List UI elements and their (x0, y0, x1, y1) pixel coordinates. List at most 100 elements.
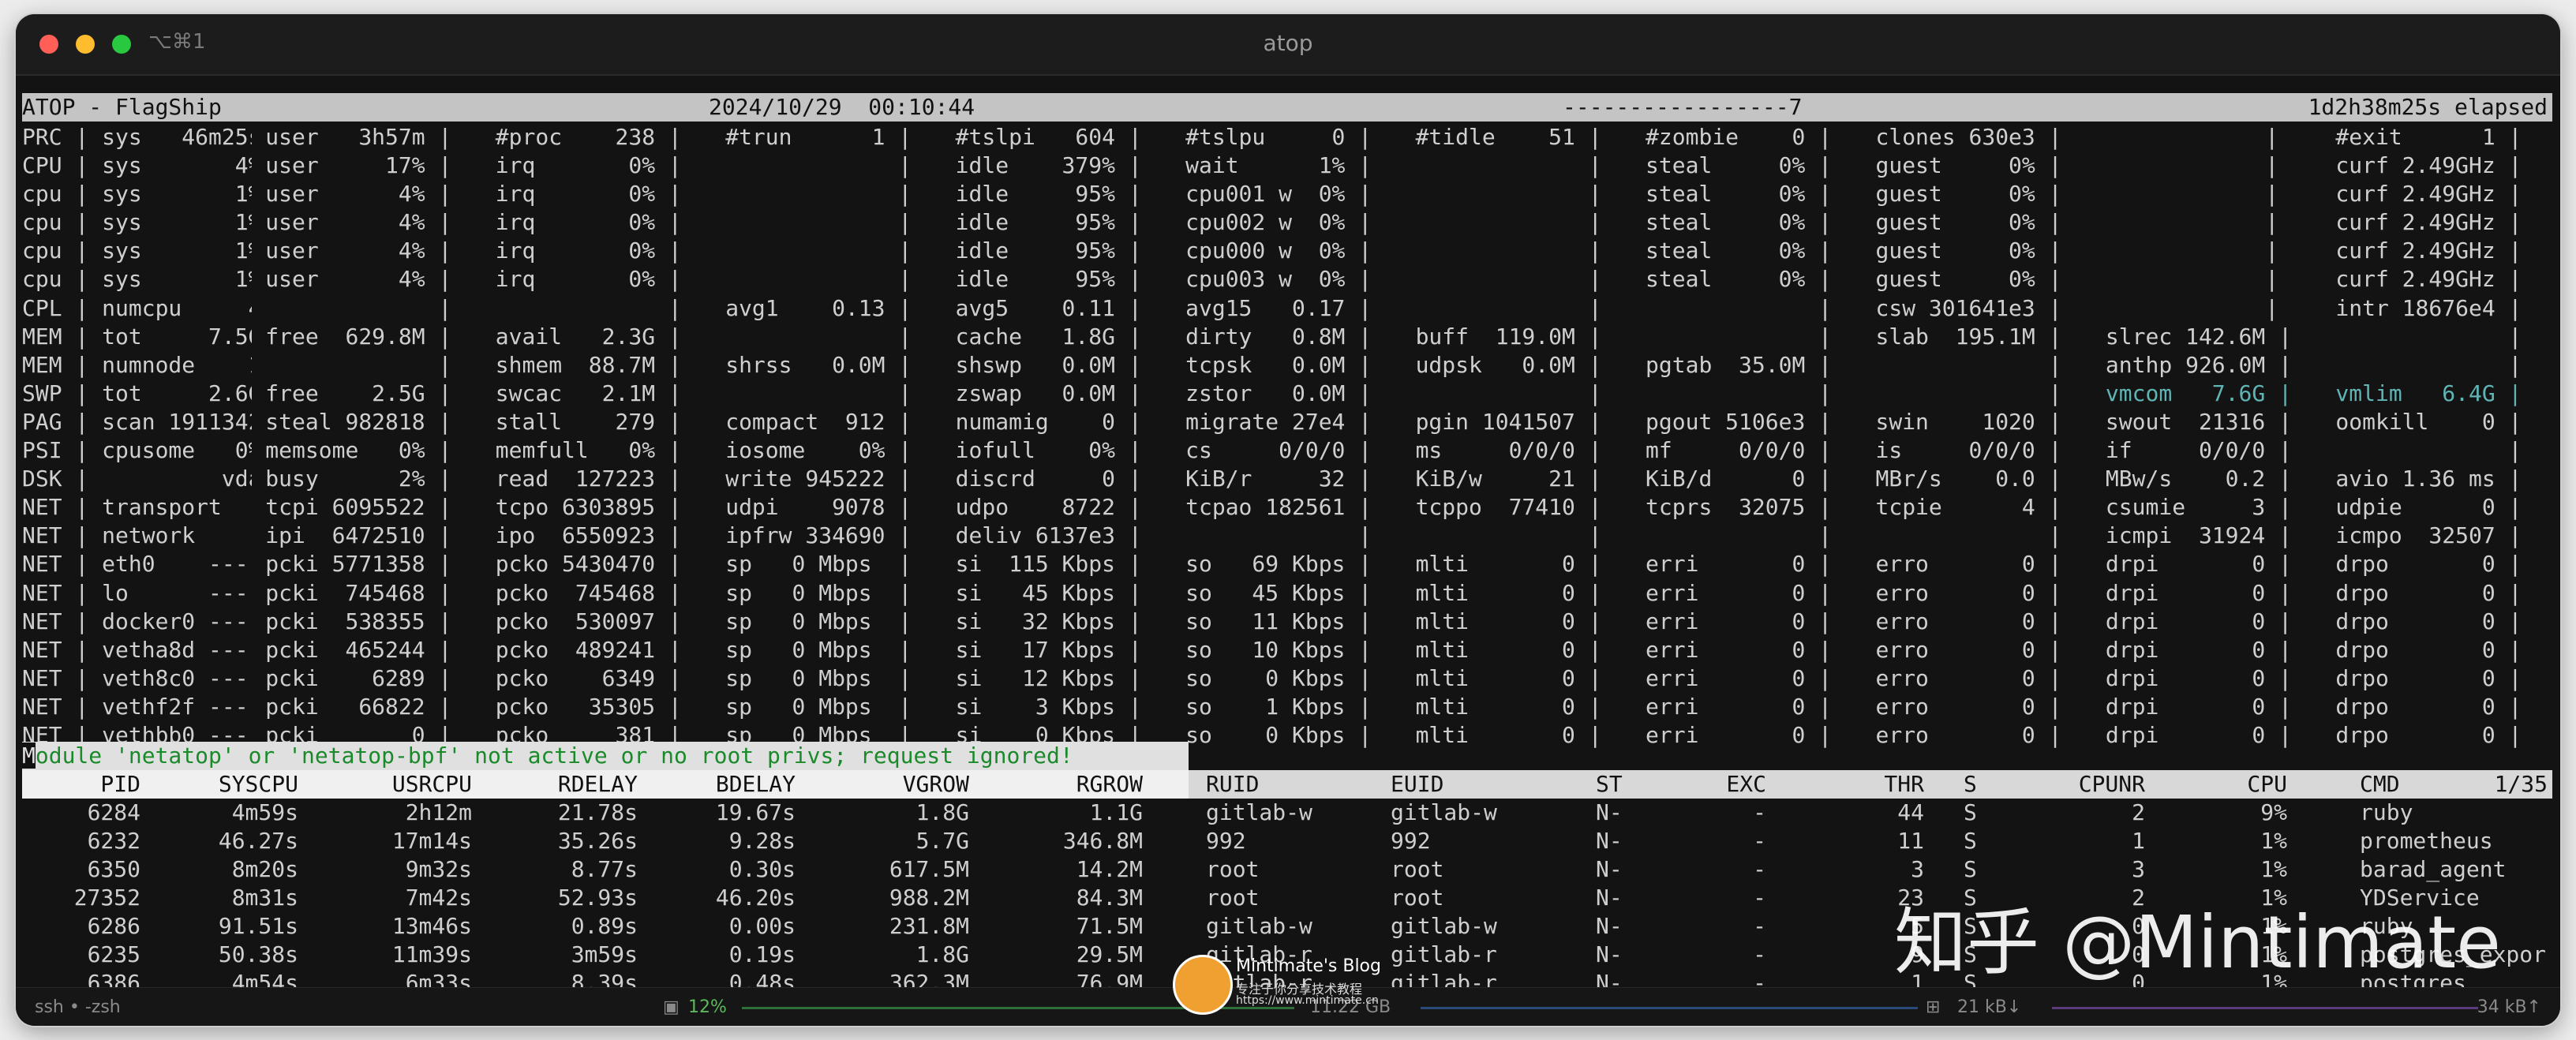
process-cell: 1 (2132, 828, 2145, 854)
process-cell: 13m46s (391, 913, 472, 939)
stat-cell: sp 0 Mbps | (712, 608, 912, 634)
stat-cell: | (2092, 181, 2279, 208)
cpu-usage: 12% (688, 997, 727, 1017)
stat-cell: guest 0% | (1862, 238, 2062, 264)
stat-cell: | (1862, 351, 2062, 378)
stat-cell: | (712, 380, 912, 406)
stat-cell: | (1632, 294, 1833, 321)
stat-cell: compact 912 | (712, 408, 912, 435)
process-cell: 44 (1897, 799, 1924, 825)
process-cell: 1.1G (1089, 799, 1143, 825)
text-cursor: M (22, 743, 36, 769)
process-cell: 46.20s (715, 885, 796, 911)
status-message-text: odule 'netatop' or 'netatop-bpf' not act… (35, 743, 1073, 769)
stat-cell: wait 1% | (1172, 152, 1372, 179)
stat-cell: | (2322, 351, 2522, 378)
stat-cell: drpi 0 | (2092, 579, 2292, 606)
process-row[interactable]: 6232 46.27s 17m14s 35.26s 9.28s 5.7G 346.8M 992… (22, 827, 2552, 855)
stat-cell: pgtab 35.0M | (1632, 351, 1833, 378)
stat-cell: drpi 0 | (2092, 721, 2292, 748)
process-cell: root (1391, 856, 1444, 882)
process-cell: 11m39s (391, 941, 472, 967)
stat-cell: drpi 0 | (2092, 551, 2292, 578)
process-row[interactable]: 6284 4m59s 2h12m 21.78s 19.67s 1.8G 1.1G gitlab… (22, 799, 2552, 827)
process-cell: gitlab-w (1391, 799, 1497, 825)
stat-cell: | (1862, 380, 2062, 406)
stat-cell: #tidle 51 | (1402, 124, 1602, 150)
stat-cell: #tslpi 604 | (942, 124, 1142, 150)
stat-cell: migrate 27e4 | (1172, 408, 1372, 435)
stat-cell: user 4% | (252, 266, 452, 293)
stat-cell: si 32 Kbps | (942, 608, 1142, 634)
stat-cell: sp 0 Mbps | (712, 636, 912, 663)
stat-cell: clones 630e3 | (1862, 124, 2062, 150)
stat-cell: | (1632, 323, 1833, 350)
column-header: THR (1884, 771, 1924, 797)
stat-cell: avg1 0.13 | (712, 294, 912, 321)
stat-cell: stall 279 | (481, 408, 682, 435)
stat-cell: sp 0 Mbps | (712, 693, 912, 720)
stat-cell: user 4% | (252, 209, 452, 236)
stat-cell: if 0/0/0 | (2092, 437, 2292, 464)
process-cell: - (1753, 885, 1766, 911)
stat-cell: so 10 Kbps | (1172, 636, 1372, 663)
stat-cell: guest 0% | (1862, 209, 2062, 236)
stat-cell: user 3h57m | (252, 124, 452, 150)
process-row[interactable]: 6350 8m20s 9m32s 8.77s 0.30s 617.5M 14.2M root r… (22, 855, 2552, 884)
stat-cell: | (1402, 238, 1602, 264)
stat-cell: | (252, 294, 452, 321)
zhihu-watermark: 知乎 @Mintimate (1894, 900, 2501, 985)
stat-cell: cpu | sys 1% | (22, 181, 252, 208)
process-cell: - (1753, 941, 1766, 967)
process-cell: 0.19s (728, 941, 796, 967)
stat-cell: avg5 0.11 | (942, 294, 1142, 321)
stat-cell: swcac 2.1M | (481, 380, 682, 406)
stat-cell: drpo 0 | (2322, 579, 2522, 606)
stat-cell: si 12 Kbps | (942, 664, 1142, 691)
stat-cell: cpu002 w 0% | (1172, 209, 1372, 236)
stat-cell: CPL | numcpu 4 | (22, 294, 252, 321)
process-cell: gitlab-w (1206, 799, 1312, 825)
process-cell: - (1753, 799, 1766, 825)
stat-cell: tcpi 6095522 | (252, 494, 452, 521)
network-up: 34 kB↑ (2477, 997, 2541, 1017)
process-cell: 346.8M (1062, 828, 1143, 854)
stat-cell: | (1402, 522, 1602, 549)
stat-cell: drpi 0 | (2092, 608, 2292, 634)
stat-cell: mlti 0 | (1402, 664, 1602, 691)
process-cell: 1% (2260, 828, 2287, 854)
stat-cell: | (1632, 522, 1833, 549)
session-label[interactable]: ssh • -zsh (35, 997, 121, 1017)
stat-cell: idle 95% | (942, 209, 1142, 236)
stat-cell: cpu001 w 0% | (1172, 181, 1372, 208)
stat-cell: steal 0% | (1632, 209, 1833, 236)
stat-cell: | (2322, 437, 2522, 464)
stat-cell: memsome 0% | (252, 437, 452, 464)
stat-cell: curf 2.49GHz | (2322, 266, 2522, 293)
stat-cell: erri 0 | (1632, 551, 1833, 578)
stat-cell: irq 0% | (481, 209, 682, 236)
stat-cell: NET | transport | (22, 494, 222, 521)
process-cell: ruby (2360, 799, 2413, 825)
stat-cell: DSK | vda | (22, 466, 252, 492)
column-header: PID (100, 771, 140, 797)
stat-cell: busy 2% | (252, 466, 452, 492)
terminal-content[interactable]: ATOP - FlagShip 2024/10/29 00:10:44 ----… (22, 79, 2552, 996)
column-header: BDELAY (715, 771, 796, 797)
process-cell: gitlab-w (1391, 913, 1497, 939)
stat-cell: si 115 Kbps | (942, 551, 1142, 578)
stat-cell: user 4% | (252, 181, 452, 208)
stat-cell: drpo 0 | (2322, 693, 2522, 720)
process-cell: gitlab-w (1206, 913, 1312, 939)
process-cell: 6232 (87, 828, 140, 854)
stat-cell: avail 2.3G | (481, 323, 682, 350)
stat-cell: PSI | cpusome 0% | (22, 437, 252, 464)
stat-cell: guest 0% | (1862, 266, 2062, 293)
stat-cell: udpo 8722 | (942, 494, 1142, 521)
process-cell: 9% (2260, 799, 2287, 825)
stat-cell: udpsk 0.0M | (1402, 351, 1602, 378)
process-cell: 0.89s (571, 913, 638, 939)
stat-cell: erri 0 | (1632, 608, 1833, 634)
stat-cell: sp 0 Mbps | (712, 579, 912, 606)
process-cell: 8m31s (231, 885, 298, 911)
